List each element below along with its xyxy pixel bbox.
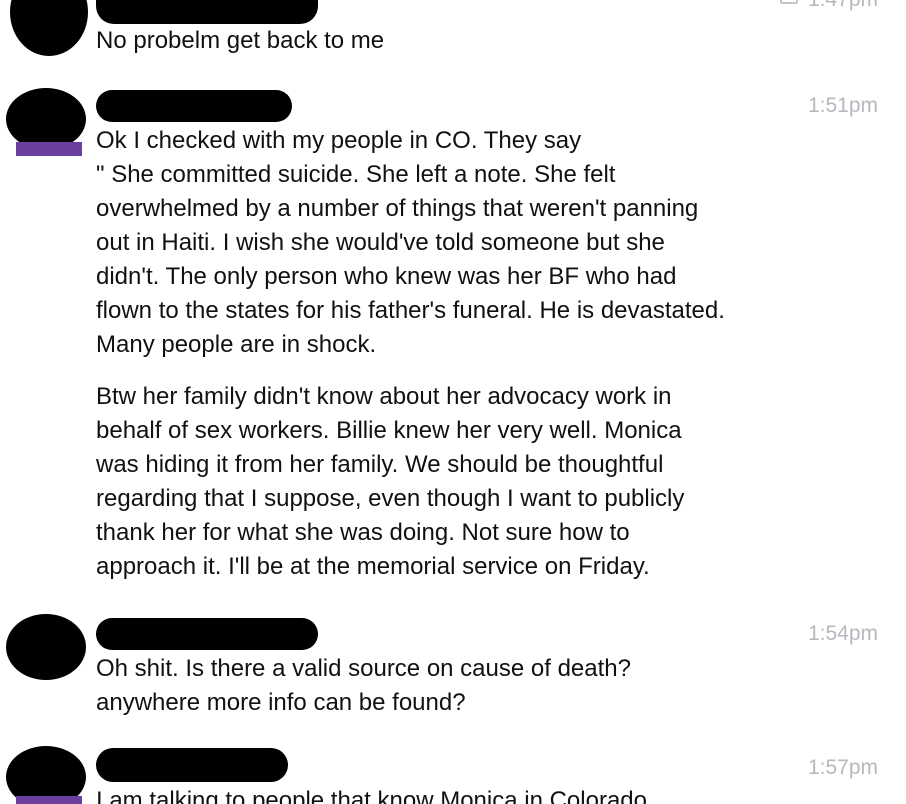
timestamp: 1:54pm (807, 622, 878, 645)
message-2: 1:51pm Ok I checked with my people in CO… (0, 84, 906, 594)
timestamp: 1:51pm (807, 94, 878, 117)
sender-name-redacted (96, 618, 318, 650)
avatar-color-patch (16, 796, 82, 804)
message-1: 1:47pm No probelm get back to me (0, 0, 906, 80)
chat-thread: 1:47pm No probelm get back to me 1:51pm … (0, 0, 906, 804)
avatar-color-patch (16, 142, 82, 156)
avatar[interactable] (6, 746, 86, 804)
timestamp: 1:57pm (807, 756, 878, 779)
avatar[interactable] (6, 88, 86, 156)
avatar[interactable] (10, 0, 88, 56)
message-text: Oh shit. Is there a valid source on caus… (96, 655, 631, 716)
avatar[interactable] (6, 614, 86, 680)
chat-bubble-icon (779, 0, 798, 4)
message-3: 1:54pm Oh shit. Is there a valid source … (0, 612, 906, 732)
timestamp: 1:47pm (779, 0, 878, 12)
message-text: No probelm get back to me (96, 27, 385, 54)
sender-name-redacted (96, 0, 318, 24)
message-text: Ok I checked with my people in CO. They … (96, 127, 725, 580)
message-text: I am talking to people that know Monica … (96, 787, 647, 804)
sender-name-redacted (96, 748, 288, 782)
message-4: 1:57pm I am talking to people that know … (0, 744, 906, 804)
sender-name-redacted (96, 90, 292, 122)
